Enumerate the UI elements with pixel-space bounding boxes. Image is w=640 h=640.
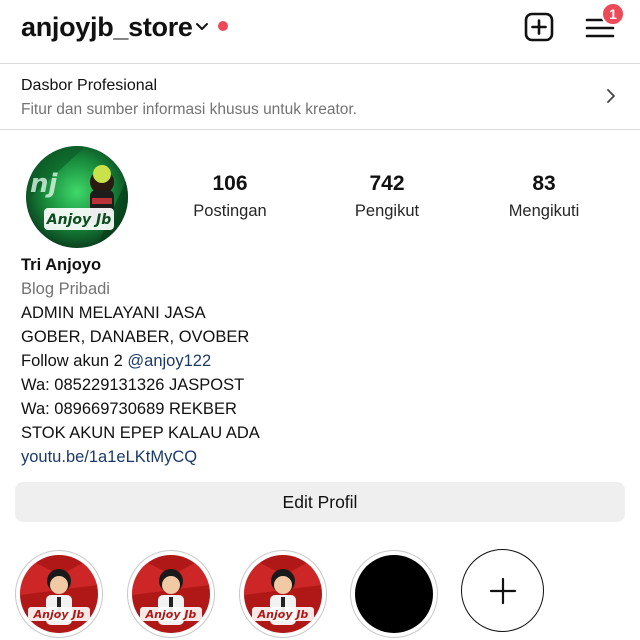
dashboard-title: Dasbor Profesional xyxy=(21,77,158,94)
plus-icon xyxy=(489,577,517,605)
highlight-cover: Anjoy Jb xyxy=(20,555,98,633)
posts-count: 106 xyxy=(212,172,248,195)
stat-followers[interactable]: 742 Pengikut xyxy=(322,172,452,221)
story-highlight[interactable]: Anjoy Jb xyxy=(239,550,327,638)
bio-line: ADMIN MELAYANI JASA xyxy=(21,304,206,322)
profile-avatar[interactable]: nj Anjoy Jb xyxy=(26,146,128,248)
svg-text:Anjoy Jb: Anjoy Jb xyxy=(145,608,197,621)
highlight-cover: Anjoy Jb xyxy=(244,555,322,633)
mention-link[interactable]: @anjoy122 xyxy=(127,352,211,370)
story-highlight[interactable] xyxy=(350,550,438,638)
following-label: Mengikuti xyxy=(508,202,580,220)
highlight-logo-image: Anjoy Jb xyxy=(20,555,98,633)
bio-line: GOBER, DANABER, OVOBER xyxy=(21,328,250,346)
highlight-logo-image: Anjoy Jb xyxy=(244,555,322,633)
bio-line: STOK AKUN EPEP KALAU ADA xyxy=(21,424,260,442)
followers-label: Pengikut xyxy=(354,202,420,220)
svg-text:Anjoy Jb: Anjoy Jb xyxy=(46,212,111,228)
new-post-icon[interactable] xyxy=(523,11,555,43)
account-switch-dot xyxy=(218,21,228,31)
display-name: Tri Anjoyo xyxy=(21,256,102,274)
svg-text:Anjoy Jb: Anjoy Jb xyxy=(33,608,85,621)
stat-posts[interactable]: 106 Postingan xyxy=(165,172,295,221)
bio-line: Follow akun 2 @anjoy122 xyxy=(21,349,621,373)
posts-label: Postingan xyxy=(193,202,267,220)
account-username[interactable]: anjoyjb_store xyxy=(21,12,193,43)
story-highlight[interactable]: Anjoy Jb xyxy=(127,550,215,638)
new-highlight-button[interactable] xyxy=(461,549,544,632)
followers-count: 742 xyxy=(369,172,405,195)
bio-website-link[interactable]: youtu.be/1a1eLKtMyCQ xyxy=(21,445,621,469)
edit-profile-button[interactable]: Edit Profil xyxy=(15,482,625,522)
dashboard-subtitle: Fitur dan sumber informasi khusus untuk … xyxy=(21,101,357,118)
bio-line: Wa: 089669730689 REKBER xyxy=(21,400,237,418)
bio-line-text: Follow akun 2 xyxy=(21,352,128,370)
following-count: 83 xyxy=(532,172,556,195)
notification-badge: 1 xyxy=(601,2,625,26)
top-bar: anjoyjb_store 1 xyxy=(0,0,640,58)
svg-text:nj: nj xyxy=(30,169,59,199)
profile-category: Blog Pribadi xyxy=(21,280,110,298)
highlight-logo-image: Anjoy Jb xyxy=(132,555,210,633)
avatar-image: nj Anjoy Jb xyxy=(26,146,128,248)
highlight-cover-black xyxy=(355,555,433,633)
stat-following[interactable]: 83 Mengikuti xyxy=(479,172,609,221)
story-highlight[interactable]: Anjoy Jb xyxy=(15,550,103,638)
profile-bio: Tri Anjoyo Blog Pribadi ADMIN MELAYANI J… xyxy=(21,253,621,469)
bio-line: Wa: 085229131326 JASPOST xyxy=(21,376,245,394)
highlight-cover: Anjoy Jb xyxy=(132,555,210,633)
chevron-right-icon xyxy=(607,89,615,103)
svg-text:Anjoy Jb: Anjoy Jb xyxy=(257,608,309,621)
chevron-down-icon[interactable] xyxy=(194,19,210,35)
professional-dashboard-row[interactable]: Dasbor Profesional Fitur dan sumber info… xyxy=(0,63,640,130)
